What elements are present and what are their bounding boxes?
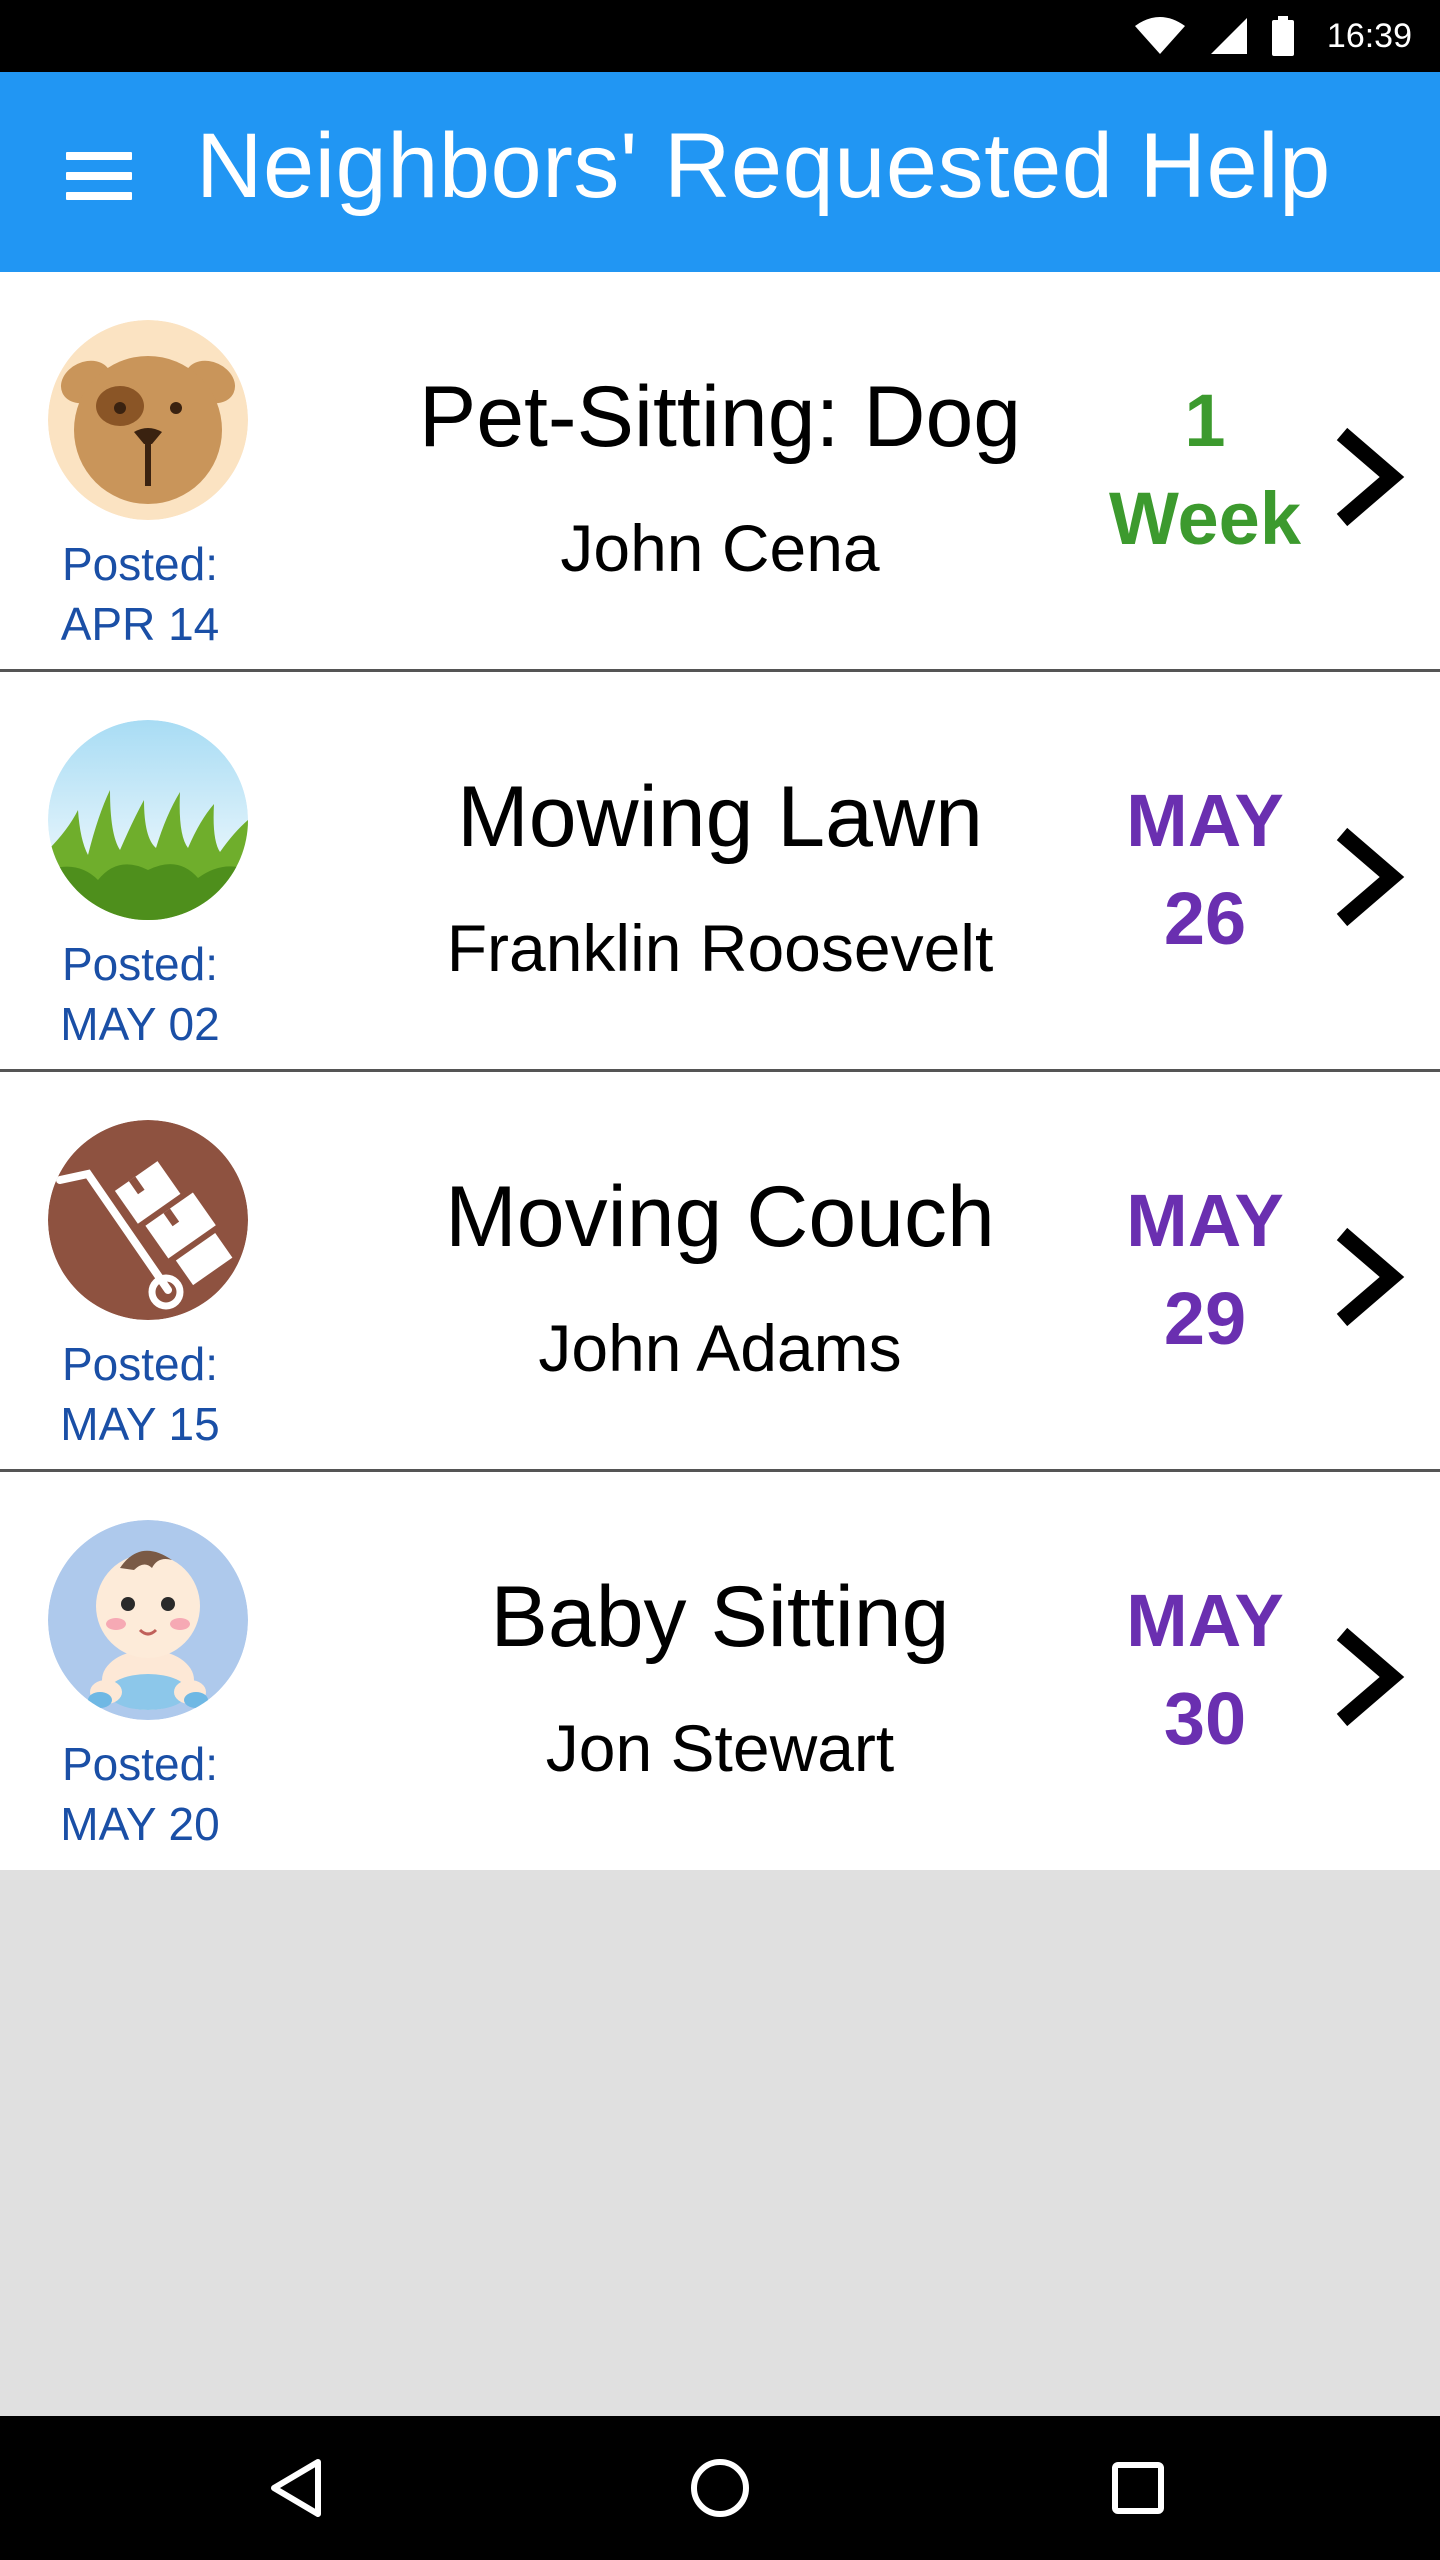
battery-icon [1271,16,1295,56]
request-list: Posted: APR 14 Pet-Sitting: Dog John Cen… [0,272,1440,1870]
chevron-right-icon[interactable] [1330,1222,1410,1332]
wifi-icon [1133,16,1187,56]
posted-date: Posted: MAY 02 [30,934,250,1054]
due-line2: 30 [1163,1677,1247,1760]
app-bar: Neighbors' Requested Help [0,72,1440,272]
due-line1: MAY [1126,1179,1284,1262]
request-title: Pet-Sitting: Dog [418,369,1022,465]
due-date: MAY 30 [1080,1572,1330,1768]
due-line1: MAY [1126,1579,1284,1662]
status-time: 16:39 [1326,16,1412,55]
list-item[interactable]: Posted: MAY 02 Mowing Lawn Franklin Roos… [0,672,1440,1072]
requester-name: Jon Stewart [545,1711,895,1785]
posted-date: Posted: APR 14 [30,534,250,654]
due-line2: 26 [1163,877,1247,960]
chevron-right-icon[interactable] [1330,422,1410,532]
posted-label: Posted: [62,538,218,590]
list-item[interactable]: Posted: APR 14 Pet-Sitting: Dog John Cen… [0,272,1440,672]
due-line2: 29 [1163,1277,1247,1360]
requester-name: John Cena [560,511,880,585]
request-title: Mowing Lawn [457,769,983,865]
list-item[interactable]: Posted: MAY 20 Baby Sitting Jon Stewart … [0,1472,1440,1870]
posted-date: Posted: MAY 20 [30,1734,250,1854]
posted-label: Posted: [62,1738,218,1790]
posted-date-value: MAY 15 [60,1398,220,1450]
posted-date-value: APR 14 [60,598,220,650]
home-icon[interactable] [640,2416,800,2560]
posted-label: Posted: [62,1338,218,1390]
signal-icon [1209,16,1249,56]
list-item[interactable]: Posted: MAY 15 Moving Couch John Adams M… [0,1072,1440,1472]
posted-date: Posted: MAY 15 [30,1334,250,1454]
requester-name: Franklin Roosevelt [446,911,994,985]
status-icons: 16:39 [1133,0,1412,72]
baby-icon [48,1520,248,1720]
requester-name: John Adams [538,1311,902,1385]
due-date: MAY 29 [1080,1172,1330,1368]
dog-icon [48,320,248,520]
back-icon[interactable] [216,2416,376,2560]
request-title: Baby Sitting [490,1569,950,1665]
recents-icon[interactable] [1058,2416,1218,2560]
due-date: MAY 26 [1080,772,1330,968]
status-bar: 16:39 [0,0,1440,72]
request-title: Moving Couch [445,1169,995,1265]
due-date: 1 Week [1080,372,1330,568]
navigation-bar [0,2416,1440,2560]
due-line2: Week [1109,477,1301,560]
due-line1: 1 [1184,379,1226,462]
posted-date-value: MAY 20 [60,1798,220,1850]
chevron-right-icon[interactable] [1330,822,1410,932]
hand-truck-icon [48,1120,248,1320]
posted-label: Posted: [62,938,218,990]
due-line1: MAY [1126,779,1284,862]
menu-icon[interactable] [60,144,140,200]
chevron-right-icon[interactable] [1330,1622,1410,1732]
page-title: Neighbors' Requested Help [196,115,1331,217]
grass-icon [48,720,248,920]
posted-date-value: MAY 02 [60,998,220,1050]
